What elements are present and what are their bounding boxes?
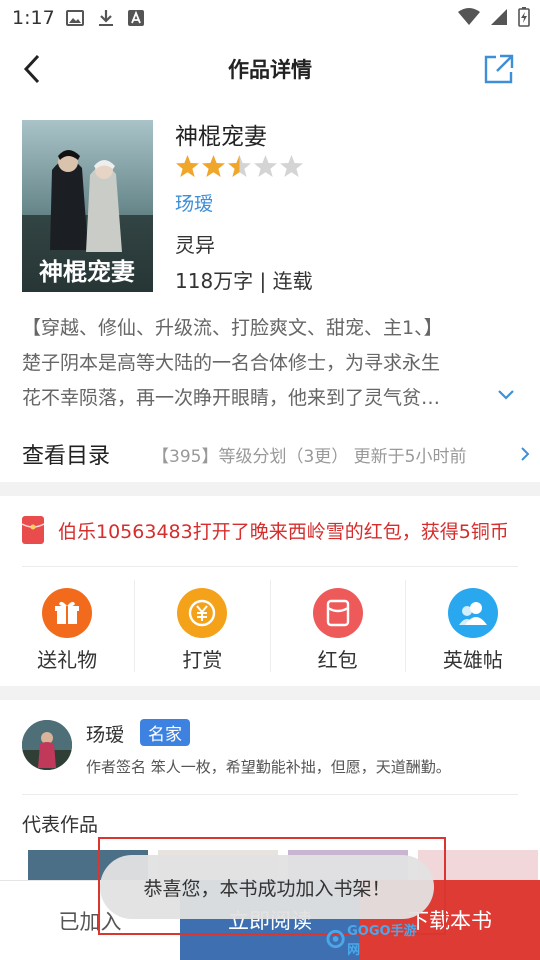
description-line: 楚子阴本是高等大陆的一名合体修士，为寻求永生 <box>22 352 441 374</box>
wifi-icon <box>458 8 480 25</box>
image-icon <box>66 10 84 26</box>
send-gift-button[interactable]: 送礼物 <box>0 580 134 672</box>
nav-bar: 作品详情 <box>0 36 540 102</box>
cover-title-text: 神棍宠妻 <box>39 257 135 286</box>
signal-icon <box>491 9 507 25</box>
status-bar: 1:17 <box>0 0 540 36</box>
tip-button[interactable]: 打赏 <box>134 580 269 672</box>
battery-icon <box>518 7 530 27</box>
red-packet-button[interactable]: 红包 <box>269 580 405 672</box>
catalog-row[interactable]: 查看目录 【395】等级分划（3更） 更新于5小时前 <box>0 430 540 478</box>
book-cover-art: 神棍宠妻 <box>22 120 153 292</box>
heroes-icon <box>447 588 498 638</box>
star-icon <box>280 155 303 177</box>
status-system-icons <box>458 7 530 27</box>
author-signature: 作者签名 笨人一枚，希望勤能补拙，但愿，天道酬勤。 <box>86 758 451 776</box>
status-notification-icons <box>66 9 144 27</box>
representative-works-label: 代表作品 <box>22 814 99 836</box>
description-line: 【穿越、修仙、升级流、打脸爽文、甜宠、主1、】 <box>22 317 443 339</box>
avatar[interactable] <box>22 720 72 770</box>
action-label: 英雄帖 <box>442 648 503 672</box>
book-description[interactable]: 【穿越、修仙、升级流、打脸爽文、甜宠、主1、】 楚子阴本是高等大陆的一名合体修士… <box>22 311 520 416</box>
action-label: 送礼物 <box>37 648 98 672</box>
star-icon <box>202 155 225 177</box>
watermark-text: GOGO手游网 <box>347 924 417 958</box>
book-genre: 灵异 <box>175 233 215 257</box>
red-packet-notice[interactable]: 伯乐10563483打开了晚来西岭雪的红包，获得5铜币 <box>0 496 540 564</box>
star-icon <box>254 155 277 177</box>
share-icon[interactable] <box>482 52 516 86</box>
heroes-post-button[interactable]: 英雄帖 <box>404 580 540 672</box>
watermark-logo: GOGO手游网 <box>326 924 426 958</box>
action-buttons: 送礼物 打赏 红包 英雄帖 <box>0 580 540 672</box>
author-name[interactable]: 玚瑷 <box>86 720 124 747</box>
red-packet-notice-text: 伯乐10563483打开了晚来西岭雪的红包，获得5铜币 <box>58 521 509 543</box>
page-title: 作品详情 <box>228 58 312 82</box>
red-packet-icon <box>312 588 363 638</box>
download-icon <box>99 10 113 26</box>
author-card[interactable]: 玚瑷 名家 作者签名 笨人一枚，希望勤能补拙，但愿，天道酬勤。 <box>0 702 540 792</box>
divider <box>22 566 518 567</box>
star-icon <box>176 155 199 177</box>
action-label: 红包 <box>317 648 358 672</box>
red-packet-icon <box>21 516 45 544</box>
latest-chapter: 【395】等级分划（3更） 更新于5小时前 <box>152 447 467 467</box>
book-cover[interactable]: 神棍宠妻 <box>22 120 153 292</box>
section-divider <box>0 686 540 700</box>
app-a-icon <box>128 10 144 26</box>
section-divider <box>0 482 540 496</box>
star-icon <box>228 155 251 177</box>
expand-chevron-icon[interactable] <box>497 388 515 402</box>
status-time: 1:17 <box>12 7 55 29</box>
catalog-label: 查看目录 <box>22 444 111 469</box>
chevron-right-icon <box>521 447 530 461</box>
divider <box>22 794 518 795</box>
book-author-link[interactable]: 玚瑷 <box>175 189 213 216</box>
watermark-icon <box>326 929 345 949</box>
rating-stars <box>175 154 304 179</box>
action-label: 打赏 <box>182 648 223 672</box>
book-word-count-status: 118万字 | 连载 <box>175 269 313 293</box>
author-badge: 名家 <box>140 719 190 746</box>
yuan-coin-icon <box>177 588 228 638</box>
book-title: 神棍宠妻 <box>175 124 267 150</box>
gift-icon <box>42 588 93 638</box>
description-line: 花不幸陨落，再一次睁开眼睛，他来到了灵气贫… <box>22 387 441 409</box>
